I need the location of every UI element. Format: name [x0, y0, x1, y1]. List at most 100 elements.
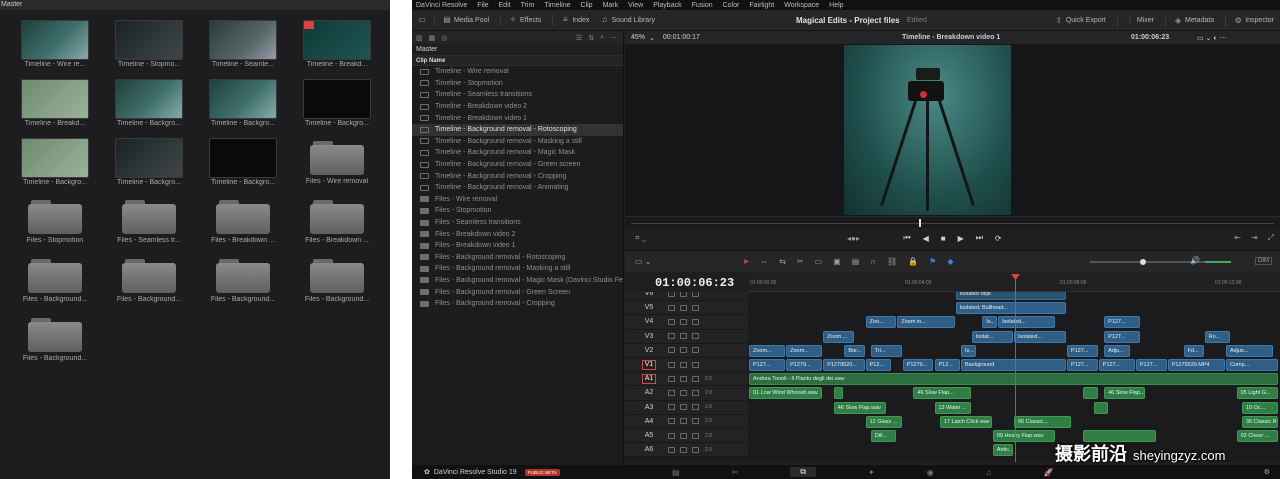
bin-folder-item[interactable]: Files - Stopmotion: [8, 197, 102, 245]
menu-item[interactable]: Edit: [499, 2, 511, 9]
volume-slider[interactable]: [1205, 261, 1231, 263]
solo-icon[interactable]: [692, 375, 699, 382]
play-icon[interactable]: ▶: [958, 234, 964, 243]
lock-icon[interactable]: [668, 333, 675, 340]
marker-icon[interactable]: ◆: [947, 257, 953, 266]
track-name[interactable]: A2: [642, 389, 656, 396]
search-icon[interactable]: ⌕: [600, 34, 604, 42]
media-pool-button[interactable]: ▤ Media Pool: [443, 16, 489, 24]
clip-name-column-header[interactable]: Clip Name: [412, 56, 623, 66]
track-name[interactable]: A4: [642, 418, 656, 425]
audio-clip[interactable]: 09 Heavy Flap.wav: [992, 430, 1056, 442]
track-header-v3[interactable]: V3: [625, 329, 748, 344]
zoom-chevron-icon[interactable]: ⌄: [649, 34, 655, 42]
bin-folder-item[interactable]: Files - Breakdown ...: [290, 197, 384, 245]
lock-icon[interactable]: [668, 304, 675, 311]
video-clip[interactable]: Ro...: [1204, 330, 1231, 343]
menu-item[interactable]: Color: [723, 2, 740, 9]
thumbnail-view-icon[interactable]: ▦: [429, 34, 436, 42]
track-header-a1[interactable]: A1 2.0: [625, 372, 748, 387]
menu-item[interactable]: DaVinci Resolve: [416, 2, 467, 9]
fusion-page-tab[interactable]: ✦: [868, 468, 875, 477]
audio-clip[interactable]: 46 Slow Flap.wav: [833, 401, 886, 414]
track-header-v1[interactable]: V1: [625, 358, 748, 373]
clip-row[interactable]: Timeline - Breakdown video 2: [412, 101, 623, 113]
video-clip[interactable]: P1279520...: [823, 359, 865, 371]
video-clip[interactable]: Zoom ...: [823, 330, 854, 343]
clip-row[interactable]: Files - Breakdown video 2: [412, 228, 623, 240]
video-toggle-icon[interactable]: [692, 347, 699, 354]
more-icon[interactable]: ⋯: [610, 34, 617, 42]
track-header-v4[interactable]: V4: [625, 315, 748, 330]
fairlight-page-tab[interactable]: ♫: [986, 468, 992, 477]
insert-clip-icon[interactable]: ▭: [815, 257, 823, 266]
video-clip[interactable]: P1279...: [786, 359, 823, 371]
menu-item[interactable]: View: [628, 2, 643, 9]
stop-icon[interactable]: ■: [941, 234, 946, 243]
media-pool-master[interactable]: Master: [412, 44, 623, 56]
track-header-a2[interactable]: A2 2.0: [625, 386, 748, 401]
audio-clip[interactable]: [1082, 387, 1098, 400]
menu-item[interactable]: Mark: [603, 2, 619, 9]
sound-library-button[interactable]: ♫ Sound Library: [600, 16, 655, 24]
clip-row[interactable]: Timeline - Wire removal: [412, 66, 623, 78]
track-name[interactable]: V2: [642, 347, 656, 354]
clip-row[interactable]: Files - Wire removal: [412, 194, 623, 206]
viewer-timeline-name[interactable]: Timeline - Breakdown video 1: [902, 34, 1000, 41]
clip-row[interactable]: Files - Background removal - Rotoscoping: [412, 252, 623, 264]
media-page-tab[interactable]: ▤: [672, 468, 680, 477]
solo-icon[interactable]: [692, 432, 699, 439]
fullscreen-icon[interactable]: ⤢: [1268, 228, 1274, 248]
bin-timeline-item[interactable]: Timeline - Backgro...: [102, 138, 196, 186]
audio-clip[interactable]: 10 Oc...: [1241, 401, 1278, 414]
lock-icon[interactable]: [668, 432, 675, 439]
edit-page-tab[interactable]: ⧉: [790, 467, 816, 477]
menu-item[interactable]: Timeline: [544, 2, 570, 9]
audio-clip[interactable]: 12 Glass ...: [865, 415, 902, 428]
bin-folder-item[interactable]: Files - Wire removal: [290, 138, 384, 186]
overwrite-clip-icon[interactable]: ▣: [833, 257, 841, 266]
video-clip[interactable]: Zoom...: [786, 344, 823, 357]
lock-icon[interactable]: [668, 375, 675, 382]
list-view-icon[interactable]: ☰: [576, 34, 582, 42]
menu-item[interactable]: Fairlight: [749, 2, 774, 9]
cut-page-tab[interactable]: ✂: [732, 468, 739, 477]
bin-folder-item[interactable]: Files - Background...: [8, 256, 102, 304]
trim-tool-icon[interactable]: ⇔: [760, 257, 768, 266]
zoom-slider-knob[interactable]: [1140, 259, 1146, 265]
flag-icon[interactable]: ⚑: [929, 257, 936, 266]
clip-row[interactable]: Timeline - Breakdown video 1: [412, 112, 623, 124]
menu-item[interactable]: Clip: [581, 2, 593, 9]
clip-row[interactable]: Files - Background removal - Cropping: [412, 298, 623, 310]
track-name[interactable]: V5: [642, 304, 656, 311]
bin-timeline-item[interactable]: Timeline - Seamle...: [196, 20, 290, 68]
video-toggle-icon[interactable]: [692, 361, 699, 368]
clip-row[interactable]: Timeline - Background removal - Rotoscop…: [412, 123, 623, 136]
track-name[interactable]: V4: [642, 318, 656, 325]
audio-clip[interactable]: Andrea Tonoli - Il Pianto degli dei.wav: [749, 373, 1278, 386]
video-clip[interactable]: Isolat...: [971, 330, 1013, 343]
video-clip[interactable]: Is...: [961, 344, 976, 357]
clip-row[interactable]: Files - Stopmotion: [412, 205, 623, 217]
track-header-a4[interactable]: A4 2.0: [625, 414, 748, 429]
quick-export-button[interactable]: ⇪ Quick Export: [1055, 16, 1105, 25]
go-to-start-icon[interactable]: ⏮: [903, 233, 910, 243]
audio-clip[interactable]: 01 Low Wind Whoosh.wav: [749, 387, 823, 400]
clip-row[interactable]: Timeline - Seamless transitions: [412, 89, 623, 101]
bin-folder-item[interactable]: Files - Breakdown ...: [196, 197, 290, 245]
track-name[interactable]: A3: [642, 404, 656, 411]
sort-icon[interactable]: ⇅: [588, 34, 594, 42]
track-header-v5[interactable]: V5: [625, 301, 748, 316]
menu-item[interactable]: Trim: [521, 2, 535, 9]
viewer[interactable]: [625, 44, 1280, 216]
clip-row[interactable]: Timeline - Background removal - Animatin…: [412, 182, 623, 194]
video-clip[interactable]: P127...: [1067, 359, 1098, 371]
auto-select-icon[interactable]: [680, 318, 687, 325]
loop-icon[interactable]: ⟳: [995, 234, 1002, 243]
video-clip[interactable]: Adju...: [1104, 344, 1130, 357]
video-clip[interactable]: P127...: [1135, 359, 1167, 371]
bin-folder-item[interactable]: Files - Background...: [8, 315, 102, 363]
video-toggle-icon[interactable]: [692, 318, 699, 325]
index-button[interactable]: ≡ Index: [561, 16, 589, 24]
video-clip[interactable]: Zoo...: [865, 316, 897, 329]
